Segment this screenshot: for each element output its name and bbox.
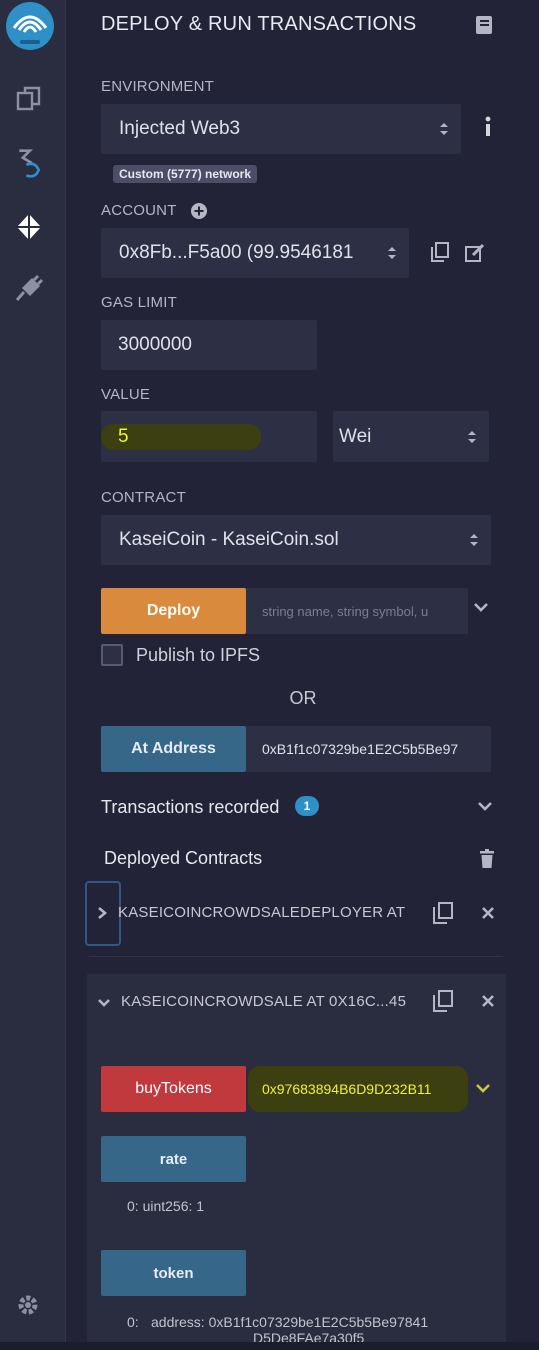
deploy-run-panel: DEPLOY & RUN TRANSACTIONS ENVIRONMENT In… xyxy=(67,0,539,1350)
deployed-instance-name[interactable]: KASEICOINCROWDSALEDEPLOYER AT xyxy=(118,904,408,921)
select-arrows-icon xyxy=(388,247,396,259)
icon-sidebar xyxy=(0,0,66,1350)
publish-ipfs-checkbox[interactable] xyxy=(101,644,123,666)
plugin-manager-icon[interactable] xyxy=(14,274,44,304)
token-result-line1: address: 0xB1f1c07329be1E2C5b5Be97841 xyxy=(151,1314,429,1330)
contract-label: CONTRACT xyxy=(101,489,186,506)
gas-limit-label: GAS LIMIT xyxy=(101,294,177,311)
value-input[interactable]: 5 xyxy=(101,411,317,462)
deploy-button[interactable]: Deploy xyxy=(101,588,246,634)
close-icon[interactable] xyxy=(481,994,495,1008)
rate-button[interactable]: rate xyxy=(101,1136,246,1182)
copy-account-icon[interactable] xyxy=(431,242,449,262)
token-button[interactable]: token xyxy=(101,1250,246,1296)
chevron-down-icon[interactable] xyxy=(477,800,493,814)
chevron-down-icon[interactable] xyxy=(473,601,489,615)
at-address-button[interactable]: At Address xyxy=(101,726,246,772)
chevron-down-icon[interactable] xyxy=(475,1082,491,1096)
value-unit: Wei xyxy=(339,425,372,447)
value-unit-select[interactable]: Wei xyxy=(333,411,489,462)
compiler-icon[interactable] xyxy=(14,148,44,178)
divider xyxy=(89,956,503,957)
chevron-down-icon[interactable] xyxy=(97,996,111,1008)
remix-logo-icon[interactable] xyxy=(4,0,56,52)
panel-title: DEPLOY & RUN TRANSACTIONS xyxy=(101,13,417,35)
rate-result: 0: uint256: 1 xyxy=(127,1198,205,1214)
environment-select[interactable]: Injected Web3 xyxy=(101,104,461,154)
select-arrows-icon xyxy=(470,534,478,546)
close-icon[interactable] xyxy=(481,906,495,920)
documentation-book-icon[interactable] xyxy=(475,15,493,35)
environment-value: Injected Web3 xyxy=(119,118,241,139)
info-icon[interactable] xyxy=(483,116,493,138)
account-value: 0x8Fb...F5a00 (99.9546181 xyxy=(119,242,354,263)
file-explorer-icon[interactable] xyxy=(14,84,44,114)
trash-icon[interactable] xyxy=(479,849,495,869)
token-result-index: 0: xyxy=(127,1314,139,1330)
chevron-right-icon[interactable] xyxy=(96,906,108,920)
or-divider-text: OR xyxy=(289,688,317,708)
account-label: ACCOUNT xyxy=(101,202,177,219)
copy-address-icon[interactable] xyxy=(433,902,453,924)
deploy-args-input[interactable]: string name, string symbol, u xyxy=(246,588,468,634)
edit-account-icon[interactable] xyxy=(465,243,485,263)
transactions-count-badge: 1 xyxy=(295,796,319,816)
gas-limit-value: 3000000 xyxy=(118,334,192,355)
add-account-plus-icon[interactable] xyxy=(191,203,207,219)
gas-limit-input[interactable]: 3000000 xyxy=(101,320,317,370)
environment-label: ENVIRONMENT xyxy=(101,78,215,95)
buy-tokens-button[interactable]: buyTokens xyxy=(101,1066,246,1112)
at-address-input[interactable]: 0xB1f1c07329be1E2C5b5Be97 xyxy=(246,726,491,772)
transactions-recorded-label[interactable]: Transactions recorded xyxy=(101,797,279,818)
buy-tokens-input[interactable]: 0x97683894B6D9D232B11 xyxy=(248,1066,468,1112)
account-select[interactable]: 0x8Fb...F5a00 (99.9546181 xyxy=(101,228,409,278)
deployed-instance-card: KASEICOINCROWDSALE AT 0X16C...45 buyToke… xyxy=(87,974,506,1350)
deployed-contracts-label: Deployed Contracts xyxy=(104,848,263,868)
settings-gear-icon[interactable] xyxy=(15,1292,41,1318)
value-amount: 5 xyxy=(101,423,261,450)
contract-select[interactable]: KaseiCoin - KaseiCoin.sol xyxy=(101,515,491,565)
select-arrows-icon xyxy=(468,430,476,443)
value-label: VALUE xyxy=(101,386,151,403)
select-arrows-icon xyxy=(440,123,448,135)
deploy-run-icon[interactable] xyxy=(14,212,44,242)
buy-tokens-value: 0x97683894B6D9D232B11 xyxy=(262,1081,432,1097)
deployed-instance-name[interactable]: KASEICOINCROWDSALE AT 0X16C...45 xyxy=(121,993,411,1010)
network-badge: Custom (5777) network xyxy=(113,165,258,183)
bottom-strip xyxy=(0,1342,539,1350)
contract-value: KaseiCoin - KaseiCoin.sol xyxy=(119,529,339,550)
publish-ipfs-label: Publish to IPFS xyxy=(136,645,261,665)
copy-address-icon[interactable] xyxy=(433,990,453,1012)
